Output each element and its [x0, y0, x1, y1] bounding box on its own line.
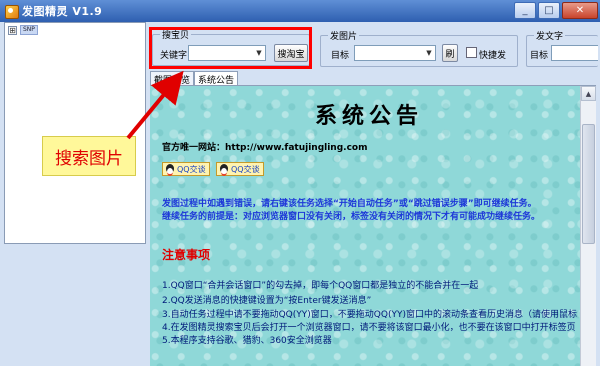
post-text-target-input[interactable]	[551, 45, 598, 61]
tab-system-notice[interactable]: 系统公告	[194, 71, 238, 86]
tab-screenshot-preview[interactable]: 截图预览	[150, 71, 194, 86]
tree-root-label[interactable]: SNP	[20, 25, 38, 35]
qq-chat-button[interactable]: QQ交谈	[216, 162, 264, 176]
rule-item: 4.在发图精灵搜索宝贝后会打开一个浏览器窗口，请不要将该窗口最小化，也不要在该窗…	[162, 323, 576, 333]
maximize-button[interactable]: □	[538, 2, 560, 19]
qq-chat-button[interactable]: QQ交谈	[162, 162, 210, 176]
official-site-line: 官方唯一网站：http://www.fatujingling.com	[162, 143, 368, 153]
rule-item: 2.QQ发送消息的快捷键设置为“按Enter键发送消息”	[162, 296, 372, 306]
quick-post-label: 快捷发	[479, 51, 507, 61]
notice-paragraph-line: 继续任务的前提是：对应浏览器窗口没有关闭，标签没有关闭的情况下才有可能成功继续任…	[162, 212, 541, 222]
notice-title: 系统公告	[315, 104, 424, 129]
post-image-target-select[interactable]: ▼	[354, 45, 436, 61]
rule-item: 5.本程序支持谷歌、猎豹、360安全浏览器	[162, 336, 332, 346]
scroll-thumb[interactable]	[582, 124, 595, 244]
post-text-target-label: 目标	[530, 51, 549, 61]
post-image-target-label: 目标	[331, 51, 350, 61]
rule-item: 3.自动任务过程中请不要拖动QQ(YY)窗口，不要拖动QQ(YY)窗口中的滚动条…	[162, 310, 577, 320]
window-controls: _ □ ✕	[514, 2, 598, 19]
qq-chat-label: QQ交谈	[231, 164, 260, 174]
title-bar: 发图精灵 V1.9 _ □ ✕	[0, 0, 600, 22]
post-image-group-title: 发图片	[328, 29, 360, 42]
qq-chat-label: QQ交谈	[177, 164, 206, 174]
app-logo-icon	[4, 4, 19, 19]
minimize-button[interactable]: _	[514, 2, 536, 19]
caution-title: 注意事项	[162, 248, 211, 262]
task-tree-panel[interactable]: ⊞ SNP	[4, 22, 146, 244]
rule-item: 1.QQ窗口“合并会话窗口”的勾去掉，即每个QQ窗口都是独立的不能合并在一起	[162, 281, 479, 291]
qq-penguin-icon	[165, 163, 175, 176]
scroll-up-icon[interactable]: ▲	[581, 86, 596, 101]
refresh-button[interactable]: 刷	[442, 44, 458, 62]
notice-paragraph-line: 发图过程中如遇到错误，请右键该任务选择“开始自动任务”或“跳过错误步骤”即可继续…	[162, 199, 537, 209]
quick-post-checkbox[interactable]	[466, 47, 477, 58]
vertical-scrollbar[interactable]: ▲	[580, 86, 596, 366]
post-text-group-title: 发文字	[534, 29, 566, 42]
window-title: 发图精灵 V1.9	[22, 5, 103, 18]
annotation-label: 搜索图片	[42, 136, 136, 176]
tree-expand-icon[interactable]: ⊞	[8, 25, 17, 35]
highlight-box	[149, 27, 312, 69]
qq-penguin-icon	[219, 163, 229, 176]
tree-root-node[interactable]: ⊞ SNP	[8, 25, 38, 35]
chevron-down-icon[interactable]: ▼	[423, 46, 435, 60]
close-button[interactable]: ✕	[562, 2, 598, 19]
